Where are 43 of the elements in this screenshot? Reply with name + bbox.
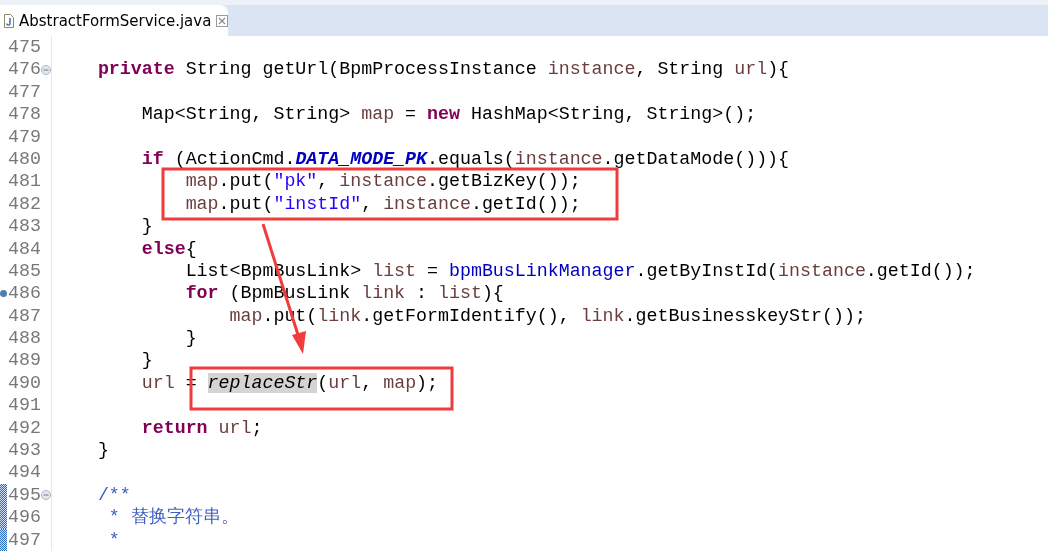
code-line: map.put("instId", instance.getId());	[184, 192, 581, 216]
java-file-icon	[4, 13, 14, 28]
dot-marker-icon[interactable]	[0, 290, 7, 298]
line-number: 481	[7, 170, 41, 193]
line-number: 477	[7, 80, 41, 104]
collapse-icon[interactable]	[41, 64, 51, 75]
line-number: 480	[7, 147, 41, 171]
line-number: 494	[7, 461, 41, 484]
line-number: 476	[7, 58, 41, 81]
code-line: map.put("pk", instance.getBizKey());	[184, 170, 581, 193]
line-number: 497	[7, 528, 41, 551]
line-number: 489	[7, 349, 41, 372]
collapse-icon[interactable]	[41, 490, 51, 500]
code-line: }	[96, 439, 109, 462]
code-line: return url;	[140, 416, 263, 440]
line-number: 490	[7, 371, 41, 395]
line-number: 491	[7, 394, 41, 417]
code-line: /**	[96, 483, 131, 507]
line-number: 479	[7, 125, 41, 148]
line-number: 475	[7, 36, 41, 59]
line-number: 478	[7, 103, 41, 126]
line-number: 487	[7, 304, 41, 328]
code-line: private String getUrl(BpmProcessInstance instance, String url){	[96, 58, 790, 81]
code-line: Map<String, String> map = new HashMap<String, String>();	[140, 103, 757, 126]
line-number: 483	[7, 215, 41, 238]
line-number: 485	[7, 259, 41, 283]
code-line: }	[140, 215, 153, 238]
code-line: if (ActionCmd.DATA_MODE_PK.equals(instance.getDataMode())){	[140, 147, 790, 171]
code-line: else{	[140, 237, 197, 260]
code-line: * 替换字符串。	[107, 506, 239, 529]
code-line: *	[107, 528, 120, 551]
line-number: 496	[7, 506, 41, 529]
editor-tab[interactable]: AbstractFormService.java	[0, 5, 228, 36]
line-number: 486	[7, 282, 41, 305]
line-number: 493	[7, 439, 41, 462]
line-number: 495	[7, 483, 41, 507]
line-number: 484	[7, 237, 41, 260]
line-number: 492	[7, 416, 41, 440]
code-line: }	[140, 349, 153, 372]
code-line: }	[184, 327, 197, 350]
close-icon[interactable]	[216, 14, 229, 27]
line-number: 482	[7, 192, 41, 216]
line-number: 488	[7, 327, 41, 350]
